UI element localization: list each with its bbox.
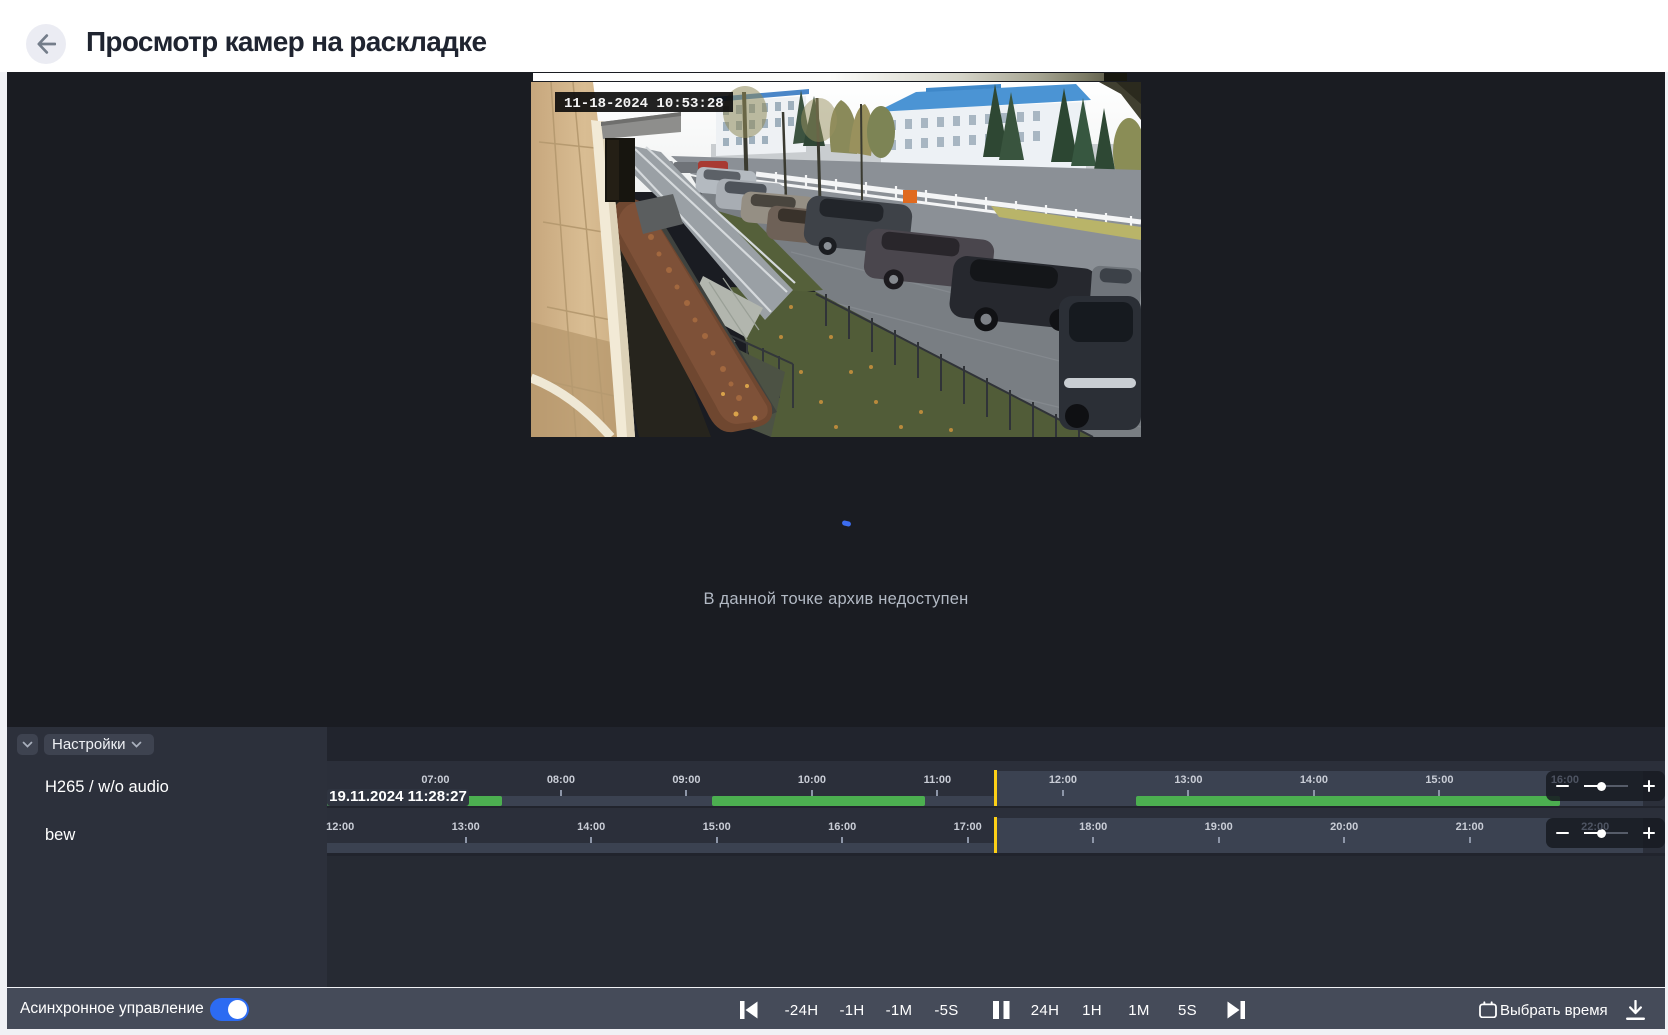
svg-text:11-18-2024 10:53:28: 11-18-2024 10:53:28 [564,96,724,112]
